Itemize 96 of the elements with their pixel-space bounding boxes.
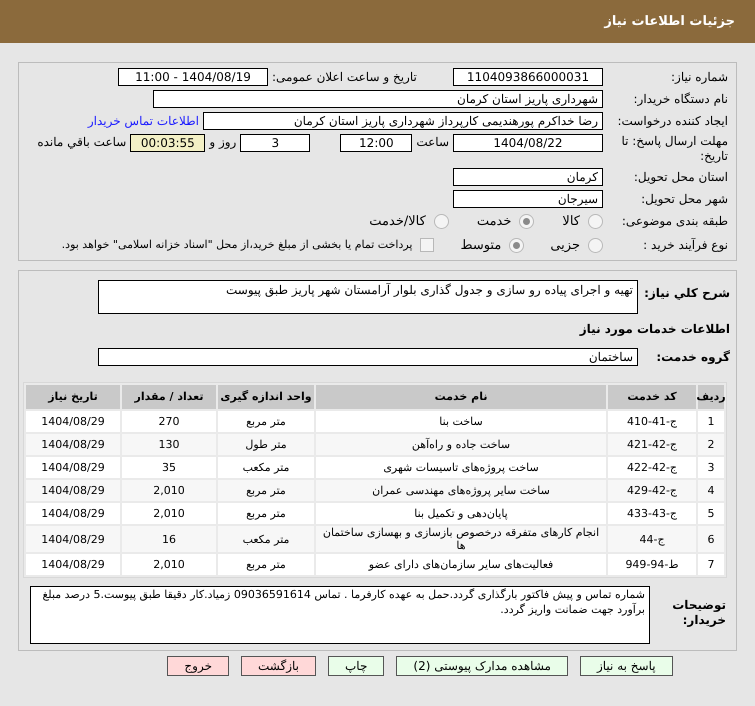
table-cell: ج-41-410 [608, 411, 696, 432]
notes-textarea[interactable]: شماره تماس و پیش فاکتور بارگذاری گردد.حمل به عهده کارفرما . تماس 09036591614 زمیاد.کار دقیقا طبق پیوست.5 درصد مبلغ برآورد جهت ضمانت واریز گردد. [30, 586, 650, 644]
table-cell: 1404/08/29 [26, 526, 120, 552]
table-cell: 270 [122, 411, 216, 432]
table-cell: متر مکعب [218, 526, 314, 552]
field-value: کرمان [453, 168, 603, 186]
table-cell: 7 [698, 554, 724, 575]
table-cell: 3 [698, 457, 724, 478]
table-cell: 1404/08/29 [26, 411, 120, 432]
field-label: شهر محل تحویل: [640, 192, 728, 206]
radio-label: خدمت [476, 213, 512, 231]
column-header: کد خدمت [608, 385, 696, 409]
field-value: سیرجان [453, 190, 603, 208]
field-value: ساختمان [98, 348, 638, 366]
table-cell: ساخت پروژه‌های تاسیسات شهری [316, 457, 606, 478]
field-label: روز و [209, 135, 236, 150]
countdown-field: 00:03:55 [130, 134, 206, 152]
table-cell: متر مربع [218, 411, 314, 432]
field-label: شماره نیاز: [670, 70, 728, 84]
field-label: نوع فرآیند خرید : [642, 238, 728, 253]
table-cell: 1404/08/29 [26, 503, 120, 524]
table-cell: 1 [698, 411, 724, 432]
table-cell: ج-42-422 [608, 457, 696, 478]
field-value: 1104093866000031 [453, 68, 603, 86]
table-cell: متر مربع [218, 554, 314, 575]
radio-label: متوسط [460, 236, 502, 254]
payment-note: پرداخت تمام یا بخشی از مبلغ خرید،از محل "اسناد خزانه اسلامی" خواهد بود. [62, 237, 412, 253]
column-header: واحد اندازه گیری [218, 385, 314, 409]
table-cell: ط-94-949 [608, 554, 696, 575]
field-label: نام دستگاه خریدار: [632, 92, 728, 106]
field-label: ایجاد کننده درخواست: [616, 114, 728, 128]
table-cell: متر مربع [218, 503, 314, 524]
field-label: ساعت [416, 135, 449, 150]
table-cell: 1404/08/29 [26, 457, 120, 478]
table-cell: 1404/08/29 [26, 480, 120, 501]
table-cell: 5 [698, 503, 724, 524]
field-label: طبقه بندی موضوعی: [620, 214, 728, 230]
radio-button[interactable] [588, 238, 603, 253]
table-cell: 2,010 [122, 480, 216, 501]
field-label: گروه خدمت: [655, 350, 730, 364]
table-cell: 1404/08/29 [26, 554, 120, 575]
radio-button[interactable] [519, 214, 534, 230]
table-cell: 130 [122, 434, 216, 455]
radio-label: کالا [562, 213, 580, 231]
table-cell: پایان‌دهی و تکمیل بنا [316, 503, 606, 524]
table-cell: ساخت جاده و راه‌آهن [316, 434, 606, 455]
table-cell: ج-42-421 [608, 434, 696, 455]
table-cell: 2,010 [122, 554, 216, 575]
table-cell: متر مربع [218, 480, 314, 501]
field-label: توضیحات خریدار: [671, 598, 727, 628]
table-cell: 2,010 [122, 503, 216, 524]
table-cell: 35 [122, 457, 216, 478]
radio-label: کالا/خدمت [369, 213, 426, 231]
section-title: اطلاعات خدمات مورد نیاز [578, 321, 730, 338]
table-cell: 4 [698, 480, 724, 501]
field-value: 1404/08/22 [453, 134, 603, 152]
field-label: ساعت باقي مانده [37, 135, 126, 150]
table-cell: ج-44 [608, 526, 696, 552]
table-cell: ج-42-429 [608, 480, 696, 501]
field-label: استان محل تحویل: [632, 170, 728, 184]
table-cell: فعالیت‌های سایر سازمان‌های دارای عضو [316, 554, 606, 575]
field-value: 3 [240, 134, 310, 152]
table-cell: انجام کارهای متفرقه درخصوص بازسازی و بهسازی ساختمان ها [316, 526, 606, 552]
table-cell: 2 [698, 434, 724, 455]
field-label: مهلت ارسال پاسخ: تا تاریخ: [620, 134, 728, 164]
action-button[interactable]: پاسخ به نیاز [580, 656, 673, 676]
table-cell: 6 [698, 526, 724, 552]
field-value: شهرداری پاریز استان کرمان [153, 90, 603, 108]
table-cell: 16 [122, 526, 216, 552]
radio-button[interactable] [434, 214, 449, 230]
summary-textarea[interactable]: تهیه و اجرای پیاده رو سازی و جدول گذاری بلوار آرامستان شهر پاریز طبق پیوست [98, 280, 638, 314]
field-value: 1404/08/19 - 11:00 [118, 68, 268, 86]
checkbox[interactable] [420, 238, 434, 252]
radio-label: جزیی [550, 236, 580, 254]
column-header: نام خدمت [316, 385, 606, 409]
field-label: شرح کلي نیاز: [643, 286, 730, 301]
action-button[interactable]: بازگشت [241, 656, 316, 676]
field-label: تاریخ و ساعت اعلان عمومی: [271, 70, 418, 84]
action-button[interactable]: چاپ [328, 656, 384, 676]
field-value: رضا خداکرم پورهندیمی کارپرداز شهرداری پاریز استان کرمان [203, 112, 603, 130]
table-cell: متر طول [218, 434, 314, 455]
buyer-contact-link[interactable]: اطلاعات تماس خریدار [88, 112, 199, 130]
column-header: ردیف [698, 385, 724, 409]
table-cell: ساخت سایر پروژه‌های مهندسی عمران [316, 480, 606, 501]
table-cell: متر مکعب [218, 457, 314, 478]
action-button[interactable]: خروج [167, 656, 229, 676]
field-value: 12:00 [340, 134, 412, 152]
column-header: تعداد / مقدار [122, 385, 216, 409]
page-title: جزئیات اطلاعات نیاز [604, 12, 735, 31]
table-cell: 1404/08/29 [26, 434, 120, 455]
table-cell: ساخت بنا [316, 411, 606, 432]
action-button[interactable]: مشاهده مدارک پیوستی (2) [396, 656, 568, 676]
table-cell: ج-43-433 [608, 503, 696, 524]
column-header: تاریخ نیاز [26, 385, 120, 409]
radio-button[interactable] [588, 214, 603, 230]
radio-button[interactable] [509, 238, 524, 253]
